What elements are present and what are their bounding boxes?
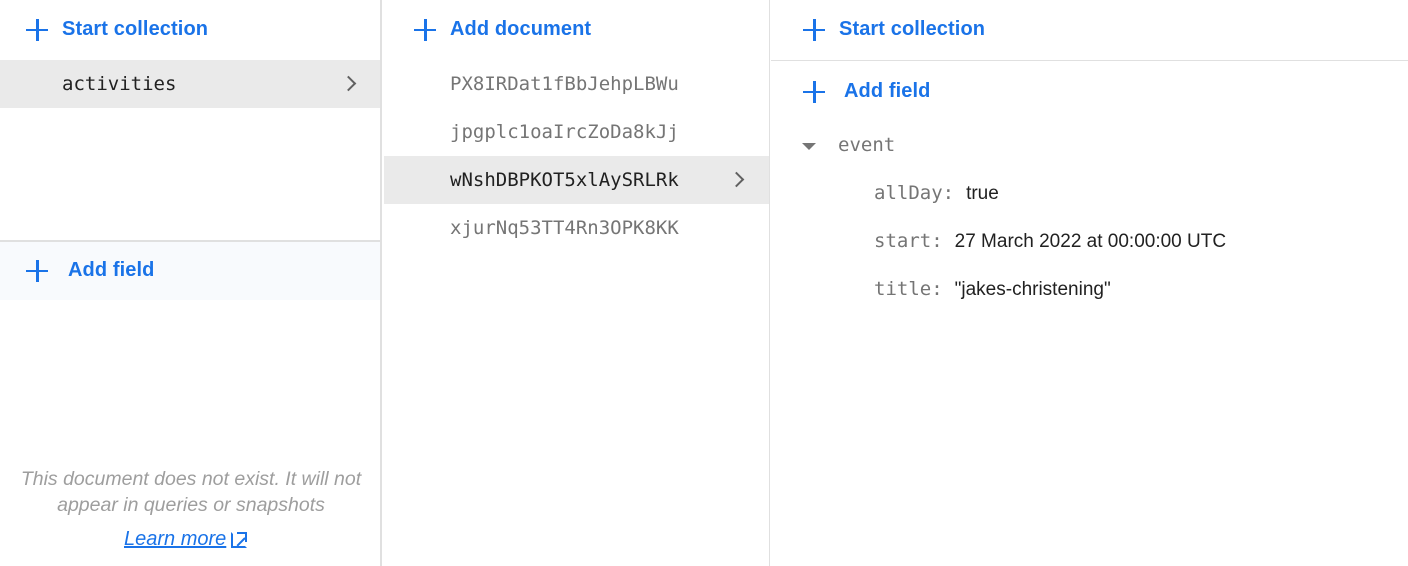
field-value: "jakes-christening" [954,279,1111,300]
field-row[interactable]: title: "jakes-christening" [874,278,1111,301]
document-item[interactable]: PX8IRDat1fBbJehpLBWu [384,60,769,108]
root-panel: Start collection activities Add field Th… [0,0,382,566]
document-item[interactable]: jpgplc1oaIrcZoDa8kJj [384,108,769,156]
divider [771,60,1408,61]
document-id: xjurNq53TT4Rn3OPK8KK [450,217,679,239]
plus-icon [26,18,48,41]
plus-icon [803,80,825,103]
add-field-button[interactable]: Add field [803,80,930,103]
document-id: jpgplc1oaIrcZoDa8kJj [450,121,679,143]
plus-icon [414,18,436,41]
document-id: wNshDBPKOT5xlAySRLRk [450,169,679,191]
field-row[interactable]: start: 27 March 2022 at 00:00:00 UTC [874,230,1226,253]
field-key: allDay: [874,182,955,204]
field-key: title: [874,278,943,300]
chevron-right-icon [728,171,745,188]
collection-item-activities[interactable]: activities [0,60,380,108]
plus-icon [803,18,825,41]
add-document-button[interactable]: Add document [414,18,591,41]
chevron-right-icon [340,75,357,92]
collection-panel: Add document PX8IRDat1fBbJehpLBWu jpgplc… [384,0,770,566]
learn-more-label: Learn more [124,528,227,550]
map-field-name: event [838,134,896,156]
plus-icon [26,259,48,282]
add-field-label: Add field [68,259,155,281]
collection-name: activities [62,73,177,95]
document-item[interactable]: xjurNq53TT4Rn3OPK8KK [384,204,769,252]
start-collection-button[interactable]: Start collection [26,18,208,41]
add-document-label: Add document [450,18,592,40]
start-collection-label: Start collection [62,18,209,40]
document-item-selected[interactable]: wNshDBPKOT5xlAySRLRk [384,156,769,204]
add-field-label: Add field [844,80,931,102]
document-panel: Start collection Add field event allDay:… [771,0,1408,566]
learn-more-link[interactable]: Learn more [124,528,248,551]
field-row[interactable]: allDay: true [874,182,999,205]
add-field-button[interactable]: Add field [26,259,154,282]
open-in-new-icon [231,531,248,548]
field-value: 27 March 2022 at 00:00:00 UTC [954,231,1227,252]
start-collection-label: Start collection [839,18,986,40]
field-value: true [966,183,999,204]
start-collection-button[interactable]: Start collection [803,18,985,41]
field-key: start: [874,230,943,252]
document-id: PX8IRDat1fBbJehpLBWu [450,73,679,95]
document-not-exist-notice: This document does not exist. It will no… [20,468,362,516]
expand-collapse-icon[interactable] [802,143,816,150]
